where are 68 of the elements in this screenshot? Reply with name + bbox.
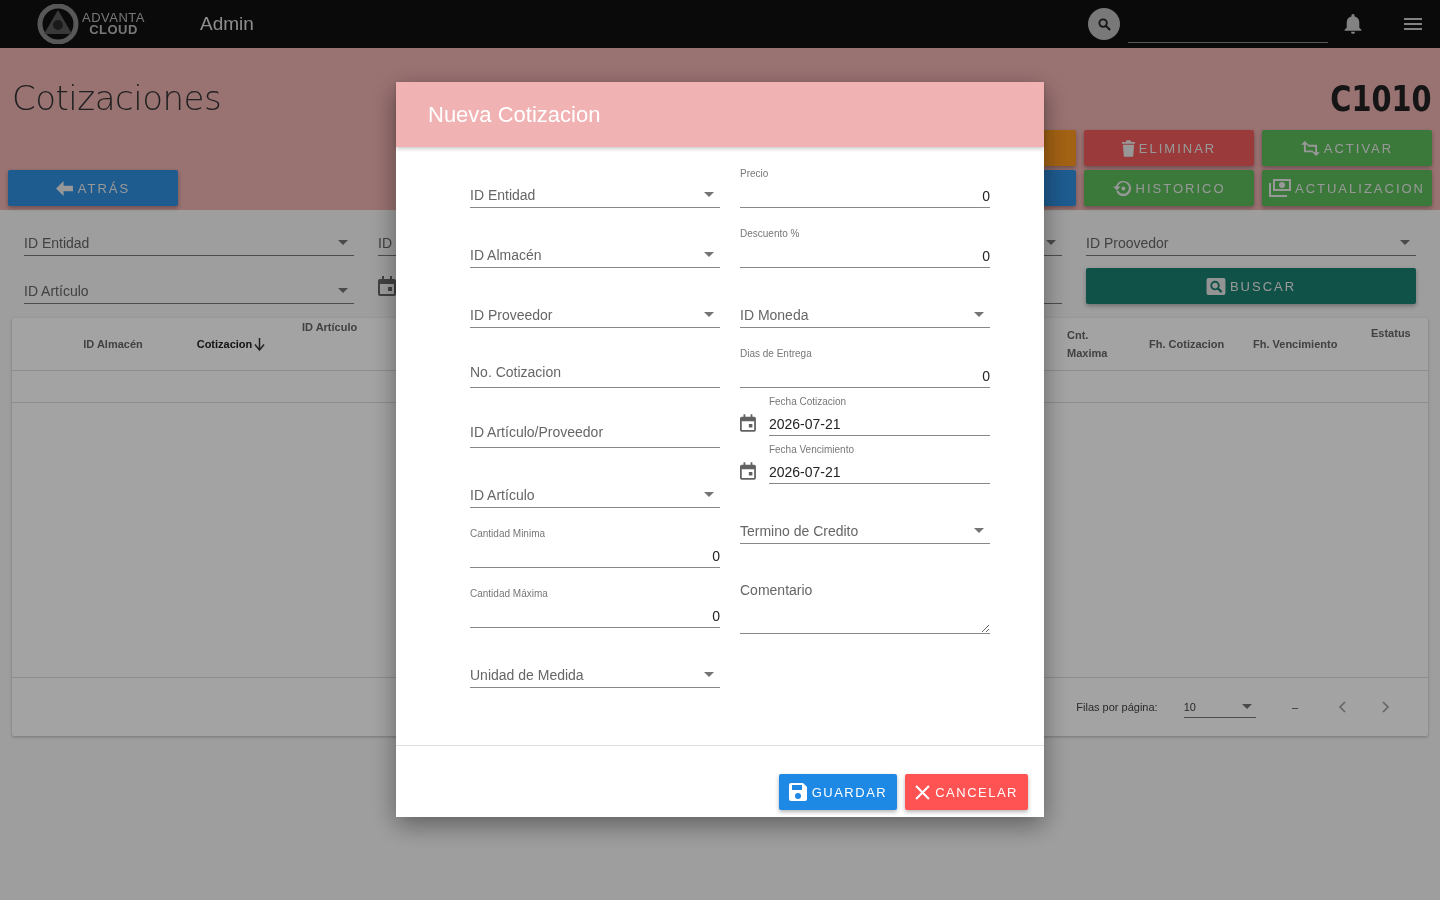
caret-icon — [704, 192, 714, 197]
repeat-icon — [1300, 140, 1320, 156]
logo-text: ADVANTA CLOUD — [82, 12, 145, 36]
number-field[interactable]: Dias de Entrega 0 — [740, 328, 990, 388]
column-header[interactable]: ID Artículo — [302, 318, 366, 336]
column-header[interactable]: Fh. Cotizacion — [1149, 335, 1229, 353]
rows-per-page-select[interactable]: 10 — [1183, 696, 1256, 718]
delete-button[interactable]: ELIMINAR — [1084, 130, 1254, 166]
arrow-down-icon — [254, 337, 266, 351]
save-button[interactable]: GUARDAR — [778, 774, 898, 810]
text-field[interactable]: No. Cotizacion — [470, 328, 720, 388]
caret-icon — [704, 252, 714, 257]
dropdown-field[interactable]: ID Almacén — [470, 208, 720, 268]
caret-icon — [338, 288, 348, 293]
dropdown-field[interactable]: ID Entidad — [470, 148, 720, 208]
column-header[interactable]: Cnt. Maxima — [1067, 326, 1125, 362]
dropdown-field[interactable]: Termino de Credito — [740, 484, 990, 544]
caret-icon — [1241, 704, 1252, 709]
logo-icon — [36, 4, 80, 44]
rows-per-page-label: Filas por página: — [1076, 701, 1158, 713]
history-icon — [1112, 178, 1132, 198]
calendar-icon[interactable] — [740, 461, 756, 481]
cash-icon — [1269, 179, 1291, 197]
number-field[interactable]: Precio 0 — [740, 148, 990, 208]
calendar-icon[interactable] — [740, 413, 756, 433]
chevron-left-icon[interactable] — [1338, 701, 1346, 713]
caret-icon — [704, 672, 714, 677]
calendar-icon[interactable] — [378, 276, 396, 296]
record-code: C1010 — [1330, 78, 1432, 119]
column-header[interactable]: Estatus — [1371, 318, 1416, 342]
column-header[interactable]: Cotizacion — [184, 335, 278, 353]
save-icon — [788, 783, 807, 801]
trash-icon — [1121, 139, 1135, 157]
dropdown-field[interactable]: ID Proveedor — [470, 268, 720, 328]
chevron-right-icon[interactable] — [1382, 701, 1390, 713]
caret-icon — [704, 492, 714, 497]
menu-icon[interactable] — [1404, 18, 1422, 30]
search-button[interactable]: BUSCAR — [1086, 268, 1416, 304]
caret-icon — [974, 528, 984, 533]
search-button[interactable] — [1088, 8, 1120, 40]
dropdown-field[interactable]: ID Entidad — [24, 220, 354, 256]
bell-icon[interactable] — [1344, 13, 1362, 35]
app-title: Admin — [200, 13, 254, 35]
text-field[interactable]: ID Artículo/Proveedor — [470, 388, 720, 448]
date-field[interactable]: Fecha Cotizacion 2026-07-21 — [768, 388, 990, 436]
dropdown-field[interactable]: ID Proovedor — [1086, 220, 1416, 256]
arrow-left-icon — [55, 180, 73, 196]
page-title: Cotizaciones — [12, 78, 222, 118]
number-field[interactable]: Descuento % 0 — [740, 208, 990, 268]
caret-icon — [338, 240, 348, 245]
back-button[interactable]: ATRÁS — [8, 170, 178, 206]
cancel-button[interactable]: CANCELAR — [905, 774, 1028, 810]
column-header[interactable]: ID Almacén — [66, 335, 160, 353]
caret-icon — [1046, 240, 1056, 245]
dropdown-field[interactable]: ID Moneda — [740, 268, 990, 328]
dropdown-field[interactable]: Unidad de Medida — [470, 628, 720, 688]
close-icon — [915, 784, 931, 800]
date-field[interactable]: Fecha Vencimiento 2026-07-21 — [768, 436, 990, 484]
caret-icon — [1400, 240, 1410, 245]
column-header[interactable]: Fh. Vencimiento — [1253, 335, 1347, 353]
number-field[interactable]: Cantidad Máxima 0 — [470, 568, 720, 628]
search-icon — [1097, 17, 1111, 31]
dropdown-field[interactable]: ID Artículo — [24, 268, 354, 304]
dialog-title: Nueva Cotizacion — [428, 101, 601, 128]
page-range: – — [1291, 701, 1298, 713]
search-icon — [1205, 277, 1226, 295]
dropdown-field[interactable]: ID Artículo — [470, 448, 720, 508]
number-field[interactable]: Cantidad Minima 0 — [470, 508, 720, 568]
